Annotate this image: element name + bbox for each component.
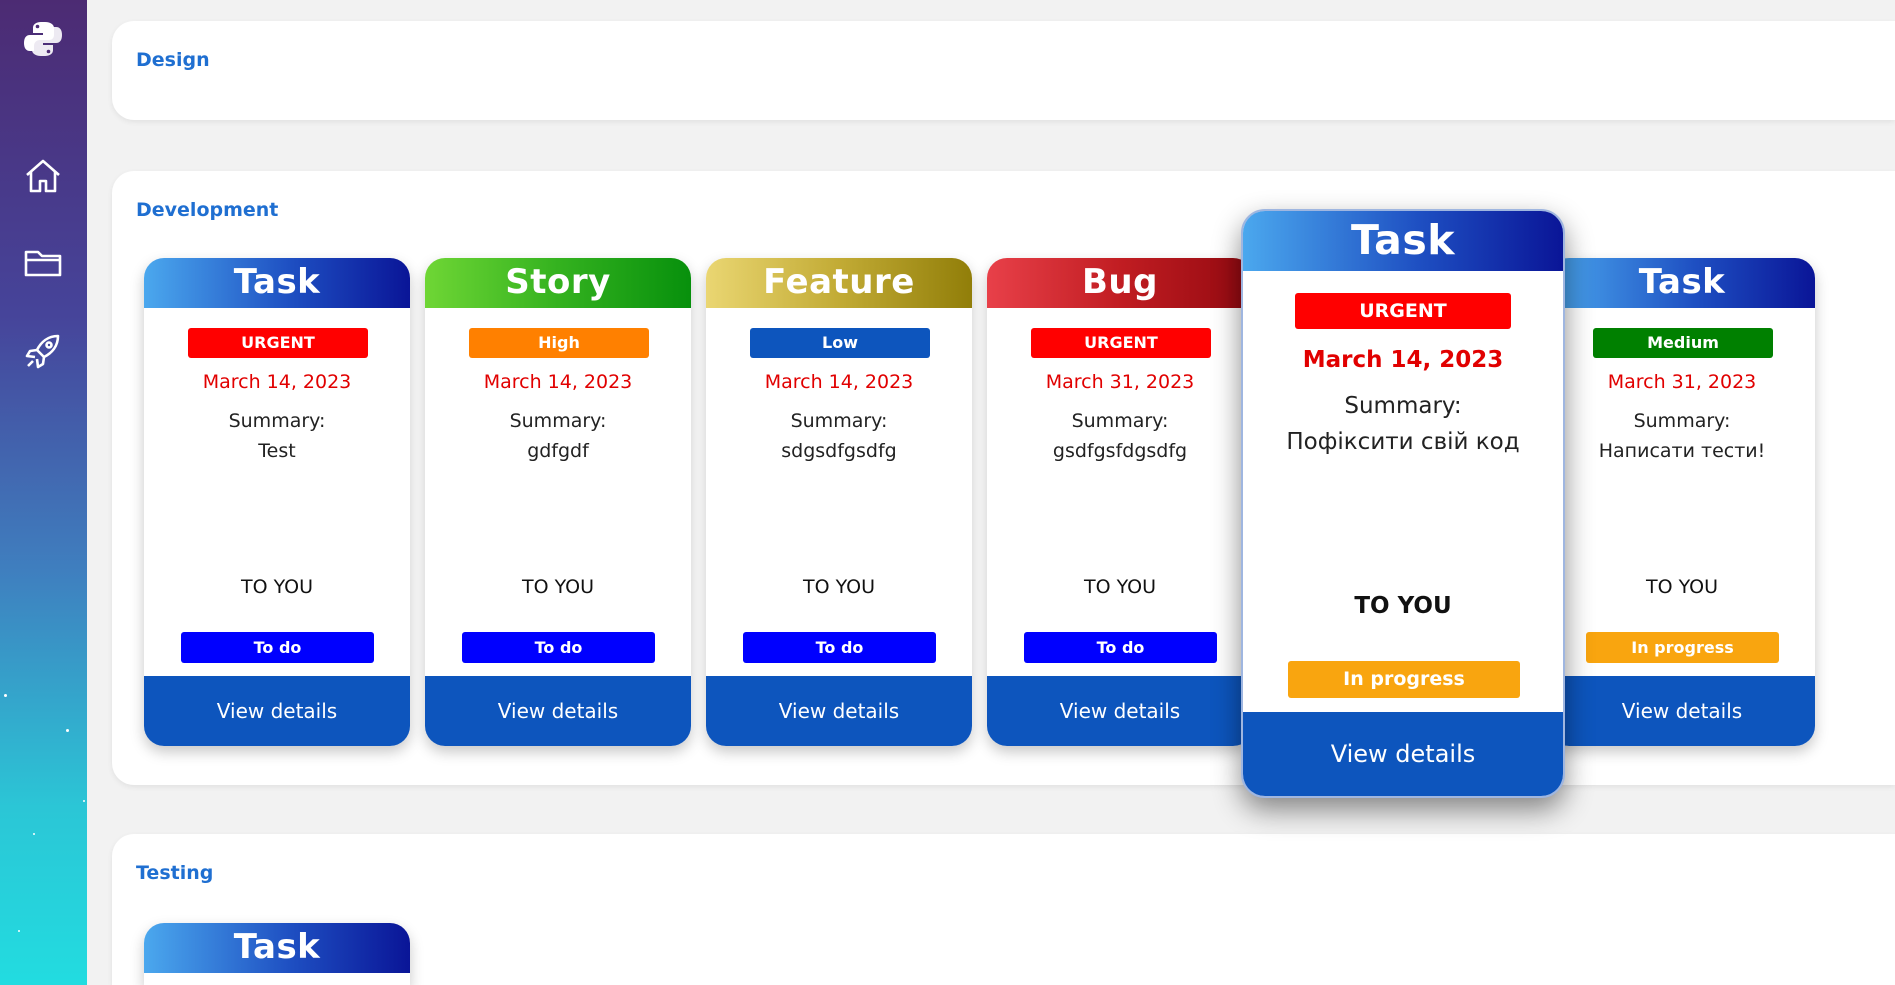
summary-label: Summary: bbox=[1344, 393, 1462, 419]
status-badge: To do bbox=[1024, 632, 1217, 663]
card-date: March 31, 2023 bbox=[1607, 371, 1757, 393]
priority-badge: Low bbox=[750, 328, 930, 358]
summary-label: Summary: bbox=[1071, 410, 1169, 432]
view-details-button[interactable]: View details bbox=[144, 676, 410, 746]
assignee-label: TO YOU bbox=[1083, 576, 1157, 598]
priority-badge: URGENT bbox=[1031, 328, 1211, 358]
status-badge: In progress bbox=[1288, 661, 1520, 698]
rocket-icon[interactable] bbox=[22, 330, 64, 372]
star-decoration bbox=[18, 930, 20, 932]
summary-text: gdfgdf bbox=[527, 440, 589, 462]
task-card[interactable]: Task URGENT March 14, 2023 Summary: Test… bbox=[144, 258, 410, 746]
bug-card[interactable]: Bug URGENT March 31, 2023 Summary: gsdfg… bbox=[987, 258, 1253, 746]
assignee-label: TO YOU bbox=[240, 576, 314, 598]
assignee-label: TO YOU bbox=[1645, 576, 1719, 598]
summary-label: Summary: bbox=[228, 410, 326, 432]
summary-label: Summary: bbox=[509, 410, 607, 432]
star-decoration bbox=[4, 694, 7, 697]
design-section: Design bbox=[112, 21, 1895, 120]
assignee-label: TO YOU bbox=[521, 576, 595, 598]
card-date: March 14, 2023 bbox=[202, 371, 352, 393]
section-title-testing: Testing bbox=[136, 862, 214, 884]
task-card[interactable]: Task Medium March 31, 2023 Summary: Напи… bbox=[1549, 258, 1815, 746]
priority-badge: Medium bbox=[1593, 328, 1773, 358]
feature-card[interactable]: Feature Low March 14, 2023 Summary: sdgs… bbox=[706, 258, 972, 746]
view-details-button[interactable]: View details bbox=[1243, 712, 1563, 796]
star-decoration bbox=[33, 833, 35, 835]
section-title-design: Design bbox=[136, 49, 210, 71]
python-logo-icon[interactable] bbox=[22, 18, 64, 60]
card-date: March 14, 2023 bbox=[483, 371, 633, 393]
folder-icon[interactable] bbox=[22, 242, 64, 284]
view-details-button[interactable]: View details bbox=[1549, 676, 1815, 746]
card-type-header: Task bbox=[144, 258, 410, 308]
star-decoration bbox=[66, 729, 69, 732]
card-date: March 31, 2023 bbox=[1045, 371, 1195, 393]
card-type-header: Task bbox=[144, 923, 410, 973]
view-details-button[interactable]: View details bbox=[706, 676, 972, 746]
sidebar bbox=[0, 0, 87, 985]
task-card-hovered[interactable]: Task URGENT March 14, 2023 Summary: Пофі… bbox=[1241, 209, 1565, 798]
summary-label: Summary: bbox=[790, 410, 888, 432]
card-type-header: Story bbox=[425, 258, 691, 308]
view-details-button[interactable]: View details bbox=[987, 676, 1253, 746]
priority-badge: URGENT bbox=[1295, 293, 1511, 329]
assignee-label: TO YOU bbox=[1354, 593, 1452, 619]
card-type-header: Bug bbox=[987, 258, 1253, 308]
card-type-header: Task bbox=[1549, 258, 1815, 308]
status-badge: To do bbox=[462, 632, 655, 663]
assignee-label: TO YOU bbox=[802, 576, 876, 598]
status-badge: In progress bbox=[1586, 632, 1779, 663]
story-card[interactable]: Story High March 14, 2023 Summary: gdfgd… bbox=[425, 258, 691, 746]
summary-label: Summary: bbox=[1633, 410, 1731, 432]
view-details-button[interactable]: View details bbox=[425, 676, 691, 746]
home-icon[interactable] bbox=[22, 155, 64, 197]
summary-text: gsdfgsfdgsdfg bbox=[1052, 440, 1188, 462]
priority-badge: URGENT bbox=[188, 328, 368, 358]
priority-badge: High bbox=[469, 328, 649, 358]
card-date: March 14, 2023 bbox=[764, 371, 914, 393]
summary-text: Test bbox=[258, 440, 296, 462]
section-title-development: Development bbox=[136, 199, 279, 221]
card-date: March 14, 2023 bbox=[1302, 347, 1504, 373]
status-badge: To do bbox=[181, 632, 374, 663]
summary-text: Пофіксити свій код bbox=[1286, 429, 1520, 455]
card-type-header: Feature bbox=[706, 258, 972, 308]
summary-text: Написати тести! bbox=[1598, 440, 1766, 462]
star-decoration bbox=[83, 800, 85, 802]
summary-text: sdgsdfgsdfg bbox=[781, 440, 897, 462]
task-card[interactable]: Task bbox=[144, 923, 410, 985]
status-badge: To do bbox=[743, 632, 936, 663]
card-type-header: Task bbox=[1243, 211, 1563, 271]
